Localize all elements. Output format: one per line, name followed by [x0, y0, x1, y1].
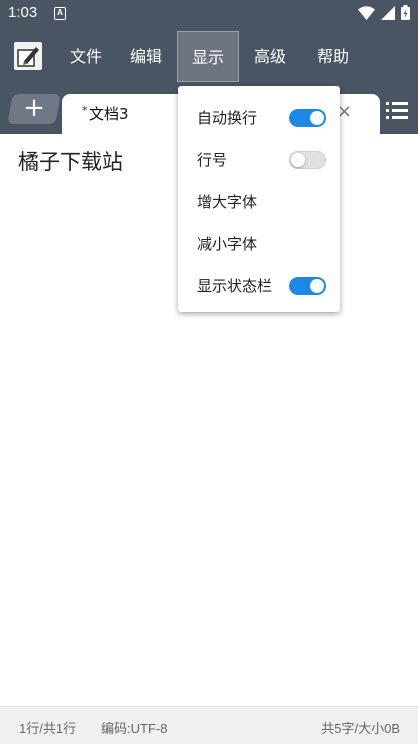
menu-view[interactable]: 显示	[177, 31, 239, 82]
status-bar: 1:03 A	[0, 0, 418, 28]
menu-item-line-numbers[interactable]: 行号	[178, 138, 340, 180]
notification-icon: A	[54, 7, 66, 20]
status-time: 1:03	[8, 4, 38, 21]
menu-file[interactable]: 文件	[56, 28, 116, 86]
toggle-knob	[310, 111, 324, 125]
editor-text[interactable]: 橘子下载站	[18, 146, 123, 176]
char-count: 共5字/大小0B	[321, 721, 400, 736]
toggle-knob	[291, 153, 305, 167]
menu-item-word-wrap[interactable]: 自动换行	[178, 96, 340, 138]
line-numbers-label: 行号	[197, 151, 228, 169]
wifi-icon	[358, 5, 375, 20]
menu-item-increase-font[interactable]: 增大字体	[178, 180, 340, 222]
word-wrap-label: 自动换行	[197, 109, 258, 127]
menu-item-decrease-font[interactable]: 减小字体	[178, 222, 340, 264]
show-statusbar-label: 显示状态栏	[197, 277, 273, 295]
increase-font-label: 增大字体	[197, 193, 258, 211]
signal-icon	[381, 5, 395, 20]
line-position: 1行/共1行	[19, 721, 77, 736]
menu-advanced[interactable]: 高级	[240, 28, 300, 86]
tab-list-icon[interactable]	[386, 100, 408, 120]
app-logo-icon[interactable]	[14, 42, 42, 70]
menu-help[interactable]: 帮助	[303, 28, 363, 86]
tab-modified-marker: *	[82, 104, 88, 117]
word-wrap-toggle[interactable]	[289, 109, 326, 127]
add-tab-button[interactable]: +	[7, 93, 61, 124]
battery-icon	[401, 5, 410, 20]
menu-edit[interactable]: 编辑	[116, 28, 176, 86]
menu-bar: 文件 编辑 显示 高级 帮助	[0, 28, 418, 86]
display-menu-dropdown: 自动换行 行号 增大字体 减小字体 显示状态栏	[178, 86, 340, 312]
line-numbers-toggle[interactable]	[289, 151, 326, 169]
decrease-font-label: 减小字体	[197, 235, 258, 253]
tab-title: 文档3	[89, 105, 129, 123]
encoding-label: 编码:UTF-8	[101, 721, 168, 736]
toggle-knob	[310, 279, 324, 293]
plus-icon: +	[23, 93, 46, 123]
show-statusbar-toggle[interactable]	[289, 277, 326, 295]
editor-status-bar: 1行/共1行 编码:UTF-8 共5字/大小0B	[0, 706, 418, 744]
status-icons	[358, 5, 410, 20]
menu-item-show-statusbar[interactable]: 显示状态栏	[178, 264, 340, 306]
